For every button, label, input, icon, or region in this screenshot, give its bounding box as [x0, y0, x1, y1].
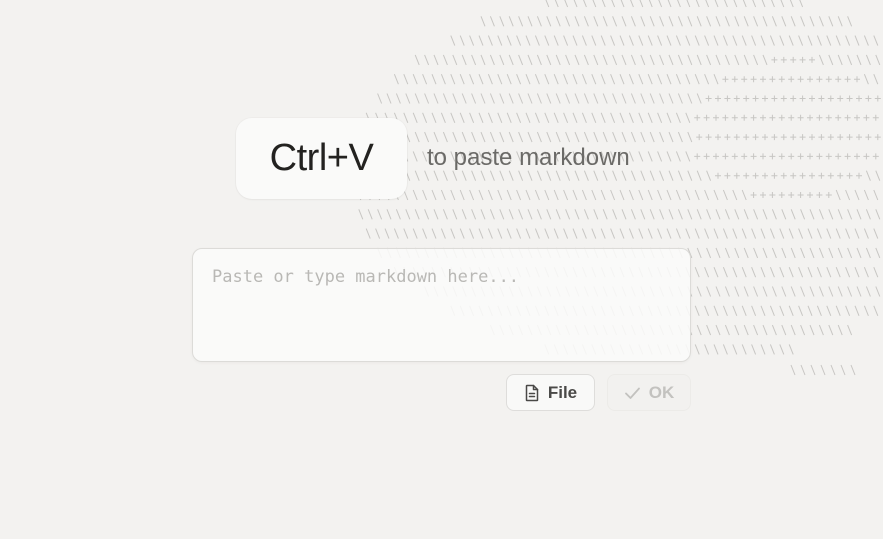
shortcut-key-label: Ctrl+V	[269, 137, 374, 179]
paste-hint-text: to paste markdown	[427, 144, 630, 171]
ok-button-label: OK	[648, 382, 675, 402]
file-button-label: File	[547, 382, 578, 402]
markdown-input[interactable]	[192, 248, 691, 362]
check-icon	[624, 386, 641, 400]
shortcut-key-card: Ctrl+V	[236, 118, 407, 199]
file-button[interactable]: File	[506, 374, 595, 411]
file-text-icon	[524, 384, 540, 402]
ok-button[interactable]: OK	[607, 374, 691, 411]
